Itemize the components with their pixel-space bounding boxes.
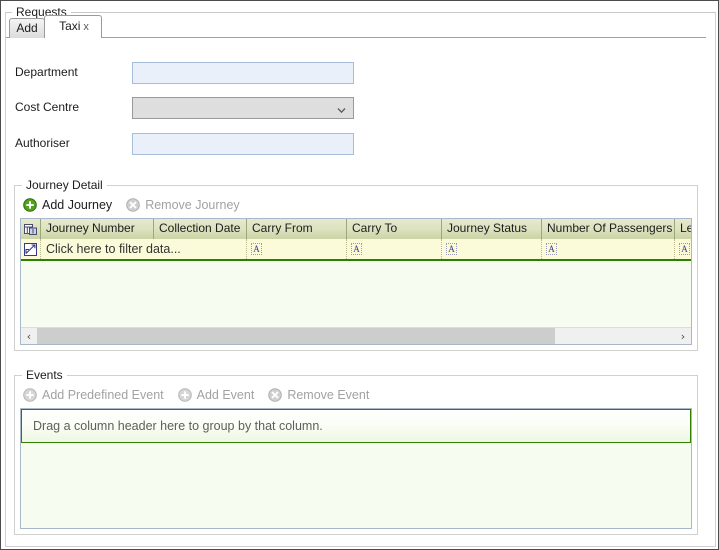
events-toolbar: Add Predefined Event Add Event Remove Ev… [20,385,380,405]
cost-centre-label: Cost Centre [15,100,80,114]
scroll-left-arrow-icon[interactable]: ‹ [21,328,37,344]
column-header-collection-date[interactable]: Collection Date [154,219,247,239]
remove-circle-icon [126,198,140,212]
events-legend: Events [22,368,67,382]
add-event-button[interactable]: Add Event [175,384,262,406]
filter-cell-carry-to[interactable]: A [347,239,442,259]
add-journey-label: Add Journey [42,198,113,212]
tab-active-mask [45,37,101,38]
journey-detail-legend: Journey Detail [22,178,107,192]
add-predefined-event-label: Add Predefined Event [42,388,164,402]
remove-journey-label: Remove Journey [145,198,240,212]
filter-cell-journey-status[interactable]: A [442,239,542,259]
filter-type-glyph[interactable]: A [546,243,557,255]
authoriser-label: Authoriser [15,136,70,150]
tab-content-panel: Department Cost Centre Authoriser Journe… [6,38,706,542]
journey-grid-hscrollbar[interactable]: ‹ › [21,327,691,344]
filter-prompt-text: Click here to filter data... [46,242,181,256]
tab-close-icon[interactable]: x [83,17,89,38]
tab-strip: Add Taxi x [6,15,706,38]
events-group: Events Add Predefined Event Add Event Re… [14,368,698,535]
column-header-journey-number[interactable]: Journey Number [41,219,154,239]
journey-toolbar: Add Journey Remove Journey [20,195,251,215]
scrollbar-thumb[interactable] [37,328,555,344]
field-row-authoriser: Authoriser [6,133,366,155]
journey-detail-group: Journey Detail Add Journey Remove Journe… [14,178,698,351]
field-row-department: Department [6,62,366,84]
remove-event-button[interactable]: Remove Event [265,384,376,406]
journey-grid: Journey Number Collection Date Carry Fro… [20,218,692,345]
tab-taxi-label: Taxi [59,19,81,33]
plus-circle-icon [177,388,192,402]
add-event-label: Add Event [196,388,255,402]
column-header-journey-status[interactable]: Journey Status [442,219,542,239]
remove-event-label: Remove Event [287,388,370,402]
column-header-carry-to[interactable]: Carry To [347,219,442,239]
scroll-right-arrow-icon[interactable]: › [675,328,691,344]
add-journey-button[interactable]: Add Journey [20,194,119,216]
column-header-lead-passenger[interactable]: Lead Pass [675,219,691,239]
department-input[interactable] [132,62,354,84]
tab-add[interactable]: Add [9,18,45,38]
requests-window: Requests Add Taxi x Department Cost Centr… [0,0,719,550]
plus-circle-icon [23,198,37,212]
remove-circle-icon [268,388,283,402]
filter-cell-carry-from[interactable]: A [247,239,347,259]
events-grid: Drag a column header here to group by th… [20,408,692,529]
authoriser-input[interactable] [132,133,354,155]
remove-journey-button[interactable]: Remove Journey [123,194,247,216]
filter-type-glyph[interactable]: A [251,243,262,255]
events-grid-body [21,443,691,528]
filter-type-glyph[interactable]: A [679,243,690,255]
column-chooser-icon[interactable] [21,219,41,239]
chevron-down-icon [337,104,346,114]
filter-type-glyph[interactable]: A [351,243,362,255]
field-row-cost-centre: Cost Centre [6,97,366,119]
filter-type-glyph[interactable]: A [446,243,457,255]
journey-grid-filter-row: Click here to filter data... A A A A A [21,239,691,261]
column-header-number-of-passengers[interactable]: Number Of Passengers [542,219,675,239]
filter-cell-lead-passenger[interactable]: A [675,239,691,259]
tab-add-label: Add [16,21,38,35]
filter-editor-icon[interactable] [21,239,41,259]
journey-grid-header: Journey Number Collection Date Carry Fro… [21,219,691,240]
filter-cell-journey-number[interactable]: Click here to filter data... [41,239,247,259]
department-label: Department [15,65,78,79]
tab-taxi[interactable]: Taxi x [44,15,102,38]
group-by-prompt: Drag a column header here to group by th… [33,419,323,433]
add-predefined-event-button[interactable]: Add Predefined Event [20,384,171,406]
group-by-panel[interactable]: Drag a column header here to group by th… [21,409,691,443]
filter-cell-number-of-passengers[interactable]: A [542,239,675,259]
column-header-carry-from[interactable]: Carry From [247,219,347,239]
plus-circle-icon [23,388,37,402]
tab-strip-baseline [6,37,706,38]
cost-centre-dropdown[interactable] [132,97,354,119]
